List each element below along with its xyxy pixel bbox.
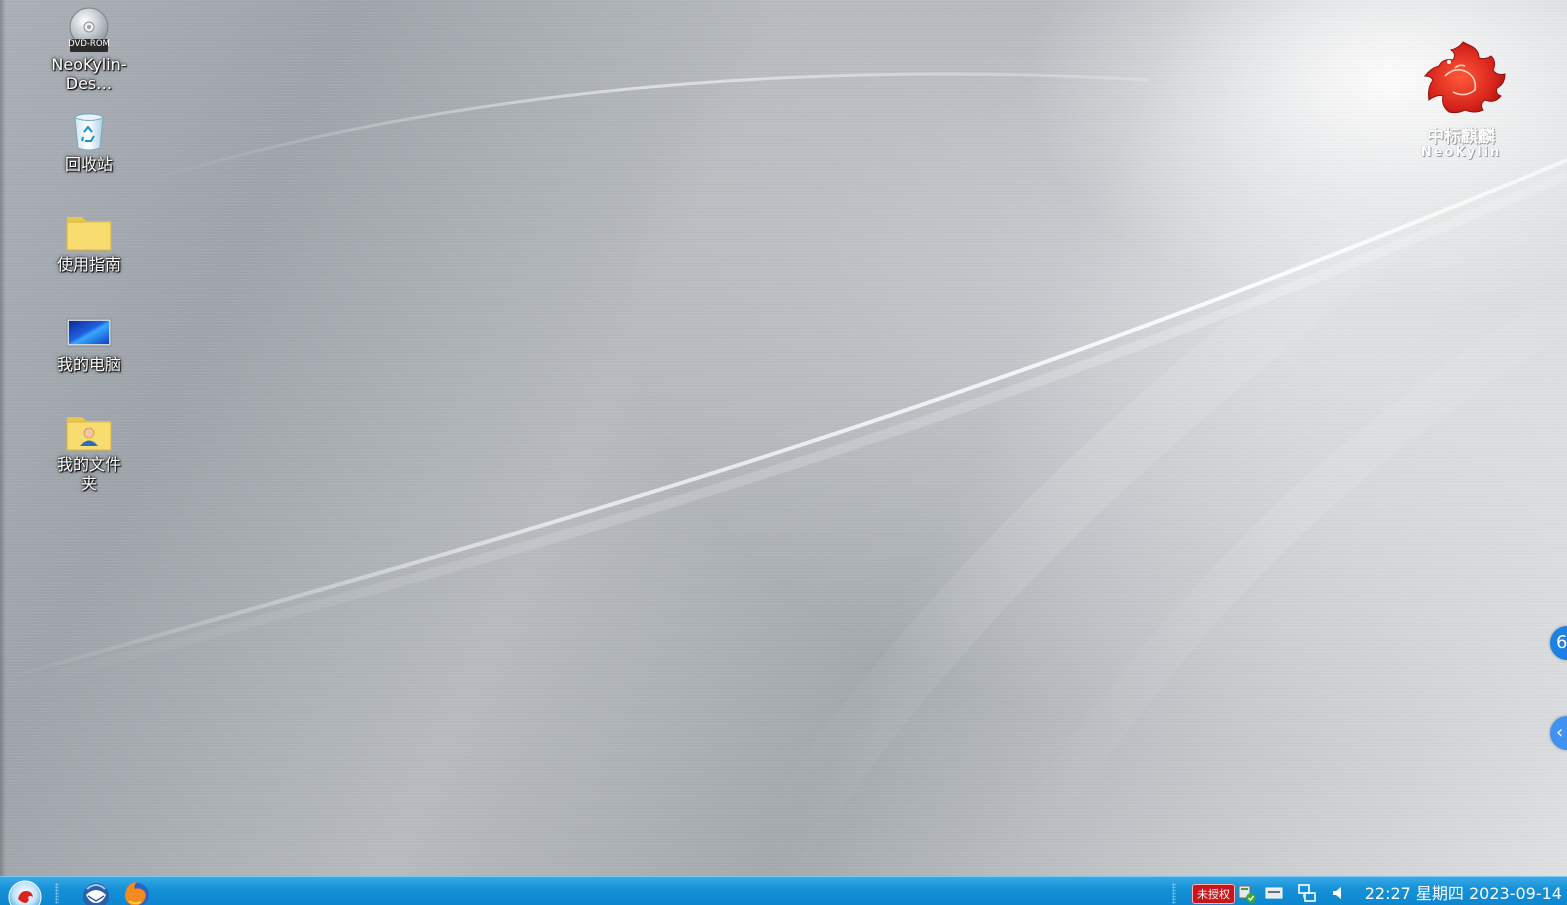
network-icon: [1298, 883, 1316, 902]
firefox-icon: [125, 882, 149, 905]
logo-text-cn: 中标麒麟: [1427, 127, 1495, 147]
drive-icon: [1265, 887, 1283, 898]
user-folder-icon: [65, 410, 113, 454]
chevron-left-icon: ‹: [1556, 722, 1564, 743]
taskbar-grip[interactable]: [55, 883, 59, 904]
update-status-icon: [1238, 885, 1256, 903]
edge-collapse-tab[interactable]: ‹: [1550, 716, 1567, 750]
tray-drive[interactable]: [1263, 879, 1285, 905]
dvd-rom-disc-text: DVD-ROM: [68, 38, 110, 49]
computer-icon: [65, 310, 113, 354]
neokylin-logo: 中标麒麟 NeoKylin: [1408, 38, 1514, 168]
volume-icon: [1333, 886, 1341, 899]
recycle-bin-icon: [65, 110, 113, 154]
assistant-icon: 6: [1556, 632, 1567, 653]
folder-icon: [65, 210, 113, 254]
desktop-icon-recycle-bin[interactable]: 回收站: [44, 110, 134, 174]
desktop-icon-computer[interactable]: 我的电脑: [44, 310, 134, 374]
kylin-emblem-icon: [1423, 41, 1506, 114]
logo-text-en: NeoKylin: [1420, 145, 1502, 160]
taskbar: 未授权 22:27 星期四 2023-09-14: [0, 876, 1567, 905]
desktop-icon-guide-folder[interactable]: 使用指南: [44, 210, 134, 274]
start-button[interactable]: [5, 879, 45, 905]
tray-update-status[interactable]: [1236, 879, 1258, 905]
thunderbird-icon: [83, 883, 109, 905]
desktop-wallpaper: DVD-ROM NeoKylin-Des… 回收站 使用指南 我的电脑 我的文件…: [0, 0, 1567, 876]
wallpaper-swoosh: [0, 72, 1567, 876]
desktop-icon-label: 使用指南: [56, 255, 121, 274]
desktop-icon-my-folder[interactable]: 我的文件夹: [44, 410, 134, 493]
taskbar-clock[interactable]: 22:27 星期四 2023-09-14: [1365, 883, 1562, 905]
edge-assistant-tab[interactable]: 6: [1550, 626, 1567, 660]
desktop-icon-label: 回收站: [64, 155, 113, 174]
firefox-launcher[interactable]: [120, 879, 154, 905]
thunderbird-launcher[interactable]: [80, 879, 112, 905]
desktop-icon-label: 我的文件夹: [56, 455, 121, 493]
tray-volume[interactable]: [1328, 879, 1348, 905]
unlicensed-badge[interactable]: 未授权: [1192, 884, 1235, 904]
dvd-rom-icon: DVD-ROM: [65, 6, 113, 54]
desktop-icon-label: 我的电脑: [56, 355, 121, 374]
kylin-start-icon: [8, 880, 42, 905]
desktop-icon-label: NeoKylin-Des…: [51, 55, 127, 93]
tray-grip[interactable]: [1172, 883, 1176, 904]
desktop-icon-dvd[interactable]: DVD-ROM NeoKylin-Des…: [44, 6, 134, 93]
tray-network[interactable]: [1295, 879, 1319, 905]
